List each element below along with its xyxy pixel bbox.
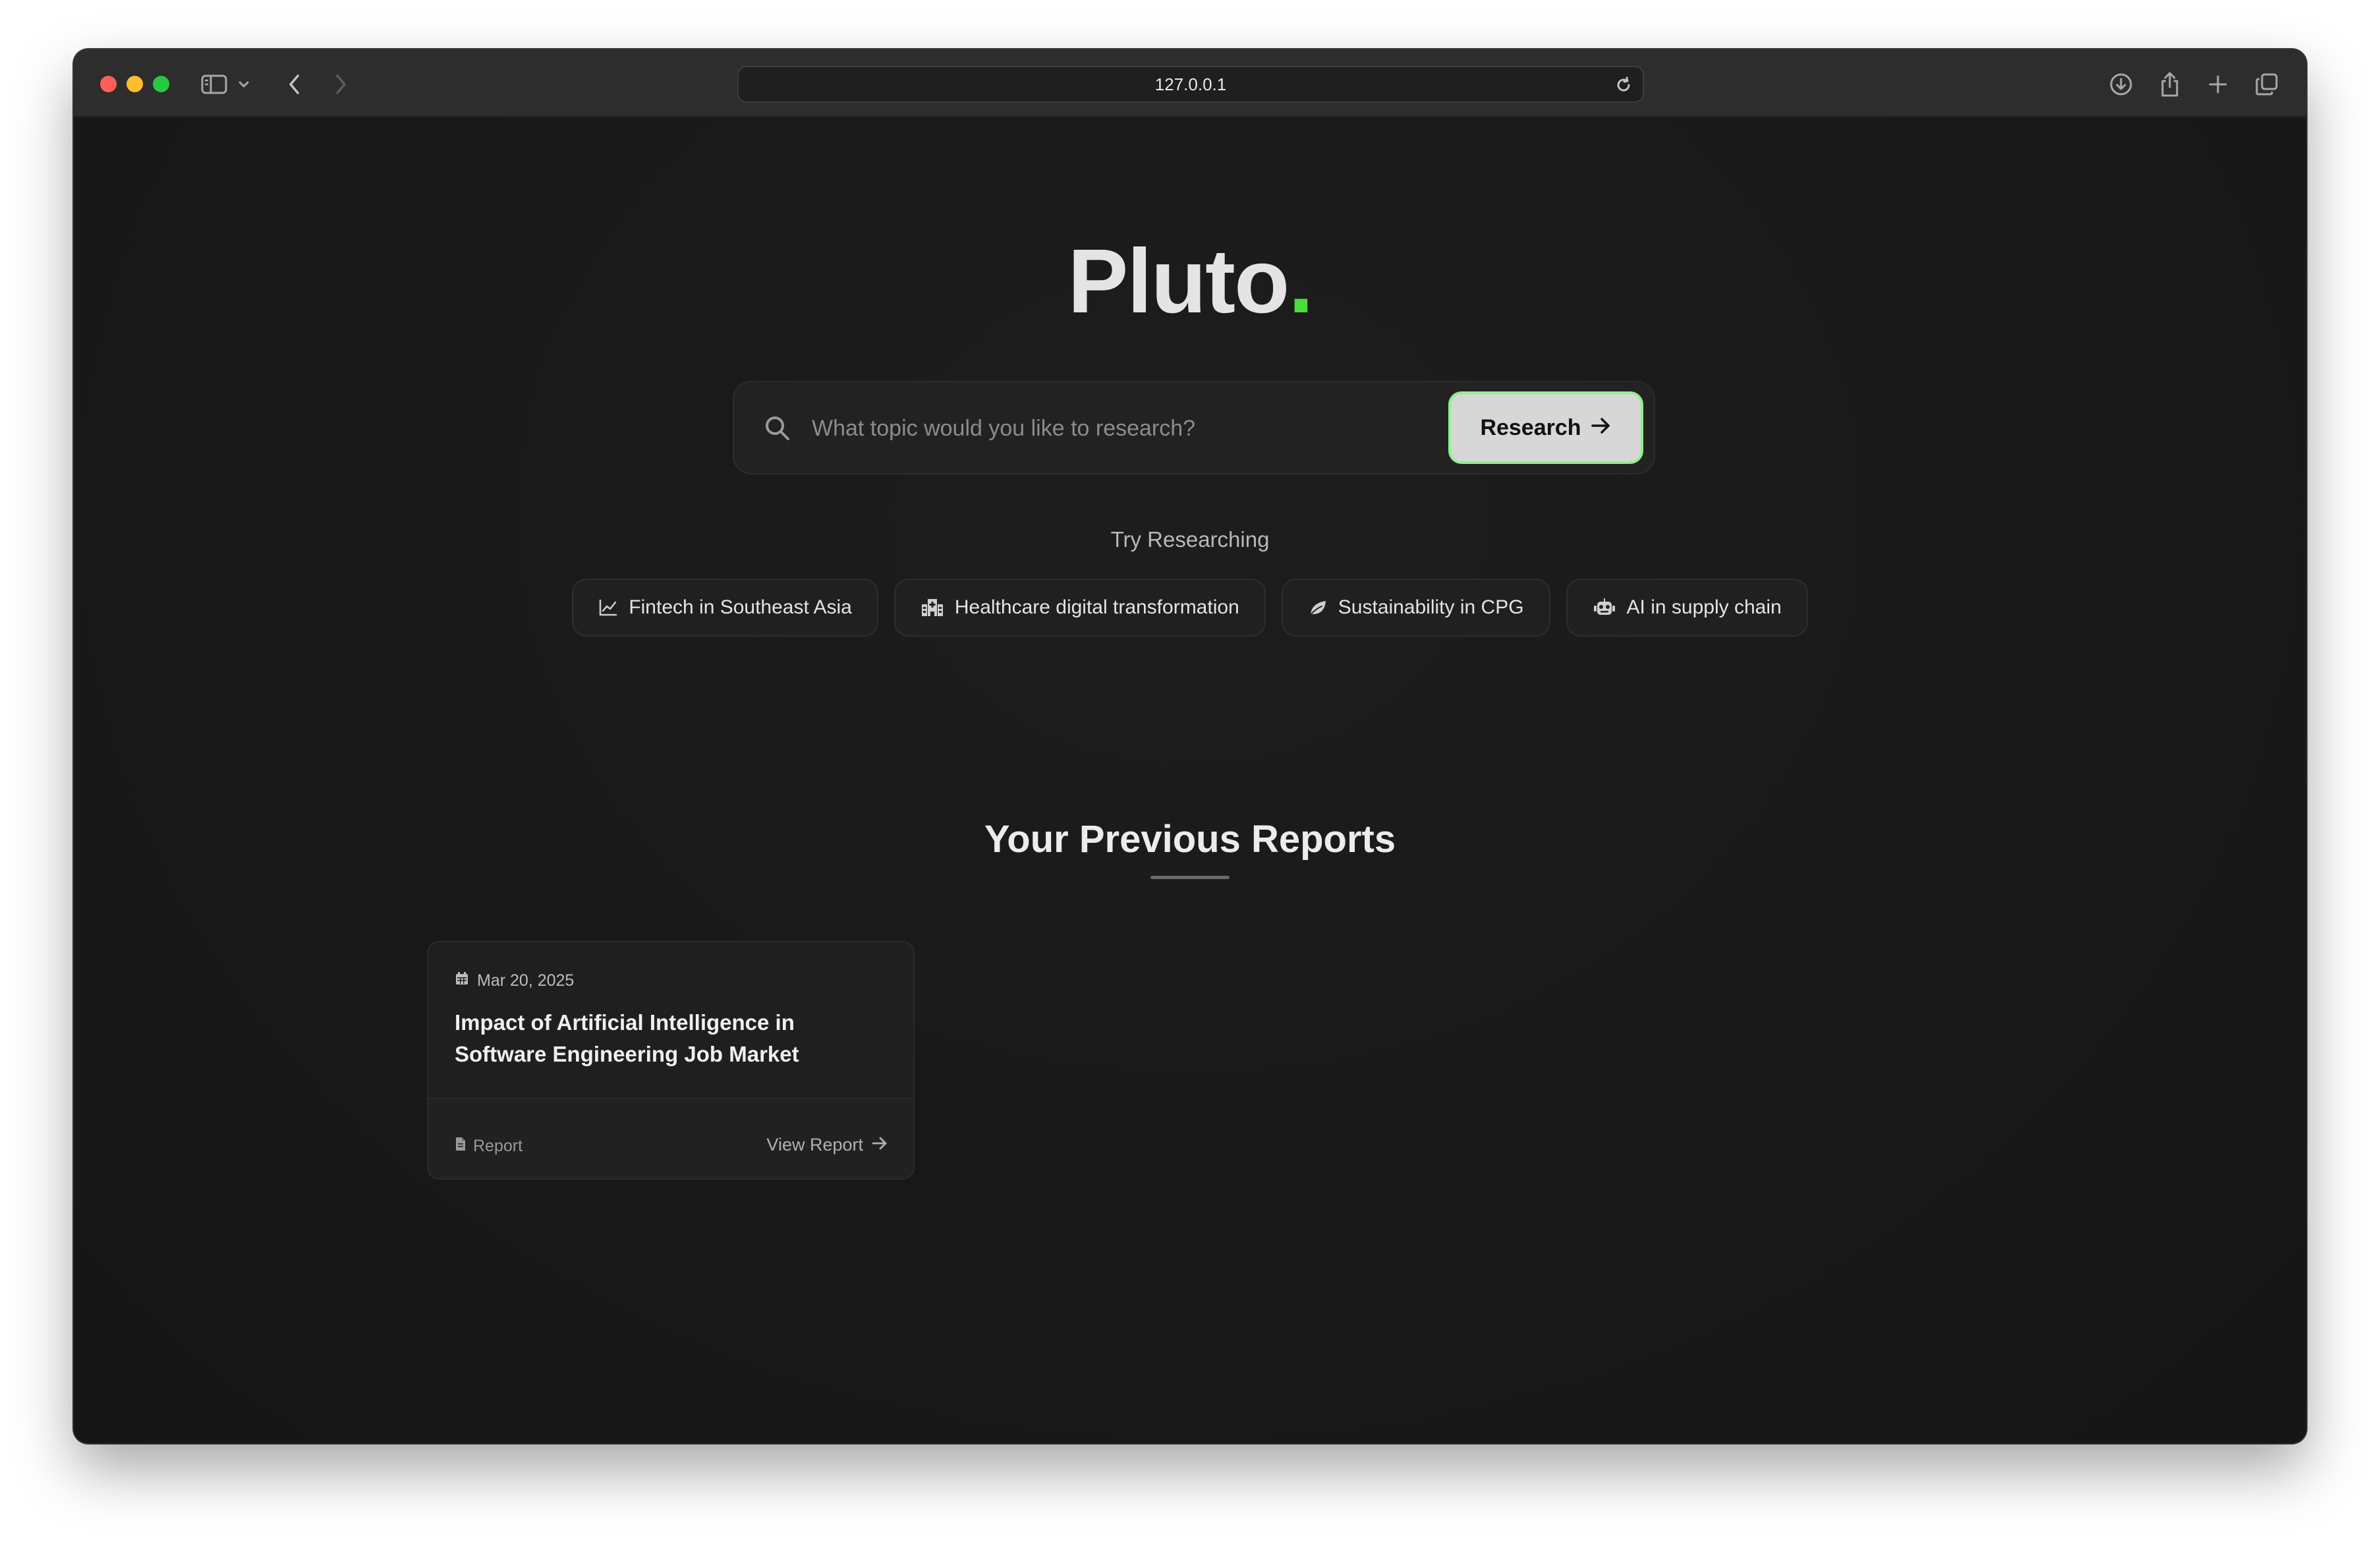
section-title: Your Previous Reports: [984, 818, 1396, 861]
reload-icon[interactable]: [1614, 75, 1633, 95]
suggestion-chip[interactable]: Fintech in Southeast Asia: [572, 579, 878, 637]
view-report-link[interactable]: View Report: [766, 1135, 888, 1155]
app-logo: Pluto.: [74, 229, 2306, 334]
suggestion-chip-label: Fintech in Southeast Asia: [629, 596, 852, 618]
suggestion-chip-label: Healthcare digital transformation: [954, 596, 1239, 618]
suggestion-chip-label: Sustainability in CPG: [1338, 596, 1524, 618]
sidebar-toggle-icon[interactable]: [199, 69, 229, 100]
new-tab-icon[interactable]: [2203, 69, 2233, 100]
suggestions-label: Try Researching: [1110, 527, 1270, 552]
report-type: Report: [455, 1137, 523, 1156]
calendar-icon: [455, 971, 469, 990]
suggestion-chip[interactable]: AI in supply chain: [1566, 579, 1808, 637]
document-icon: [455, 1137, 467, 1156]
logo-dot: .: [1288, 231, 1313, 332]
search-bar: Research: [733, 381, 1655, 474]
suggestion-chip-label: AI in supply chain: [1626, 596, 1782, 618]
report-date: Mar 20, 2025: [455, 971, 574, 990]
chart-line-icon: [598, 598, 618, 617]
report-title: Impact of Artificial Intelligence in Sof…: [455, 1010, 799, 1066]
browser-toolbar: 127.0.0.1: [74, 49, 2306, 117]
address-bar[interactable]: 127.0.0.1: [737, 66, 1644, 103]
page-content: Pluto. Research Try Researching Fintech …: [74, 117, 2306, 1443]
back-icon[interactable]: [279, 69, 310, 100]
minimize-window-button[interactable]: [127, 76, 143, 92]
robot-icon: [1593, 598, 1616, 617]
leaf-icon: [1308, 598, 1328, 617]
report-type-text: Report: [473, 1137, 523, 1155]
search-icon: [763, 414, 792, 446]
search-input[interactable]: [810, 407, 1403, 449]
close-window-button[interactable]: [100, 76, 117, 92]
view-report-label: View Report: [766, 1135, 863, 1155]
download-icon[interactable]: [2106, 69, 2136, 100]
share-icon[interactable]: [2155, 69, 2185, 100]
research-button-label: Research: [1480, 414, 1581, 440]
hospital-icon: [921, 598, 944, 617]
suggestion-chip[interactable]: Sustainability in CPG: [1281, 579, 1550, 637]
arrow-right-icon: [871, 1135, 888, 1155]
logo-text: Pluto: [1067, 231, 1289, 332]
section-title-underline: [1150, 876, 1230, 879]
research-button[interactable]: Research: [1448, 391, 1643, 464]
suggestion-chips: Fintech in Southeast Asia Healthcare dig…: [74, 579, 2306, 637]
zoom-window-button[interactable]: [153, 76, 169, 92]
arrow-right-icon: [1591, 415, 1612, 441]
chevron-down-icon[interactable]: [234, 69, 254, 100]
suggestion-chip[interactable]: Healthcare digital transformation: [893, 579, 1266, 637]
report-date-text: Mar 20, 2025: [477, 971, 575, 990]
browser-window: 127.0.0.1 Pluto. Research: [74, 49, 2306, 1443]
report-card[interactable]: Mar 20, 2025 Impact of Artificial Intell…: [427, 941, 915, 1180]
url-text: 127.0.0.1: [1154, 74, 1227, 94]
tab-overview-icon[interactable]: [2252, 69, 2282, 100]
forward-icon[interactable]: [326, 69, 356, 100]
